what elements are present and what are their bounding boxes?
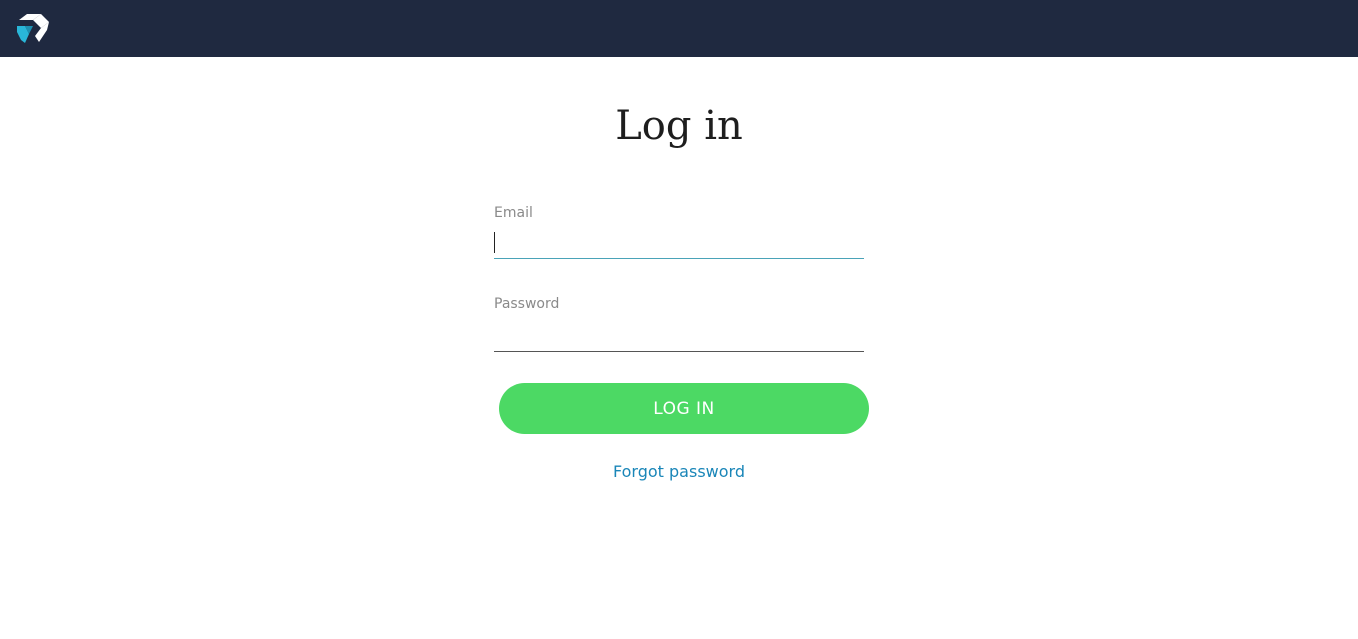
email-field[interactable] bbox=[494, 228, 864, 259]
brand-logo-icon[interactable] bbox=[15, 12, 51, 45]
text-caret bbox=[494, 232, 495, 253]
top-navbar bbox=[0, 0, 1358, 57]
email-label: Email bbox=[494, 205, 533, 221]
password-field[interactable] bbox=[494, 321, 864, 352]
forgot-password-container: Forgot password bbox=[0, 462, 1358, 482]
page-title: Log in bbox=[615, 103, 743, 149]
password-label: Password bbox=[494, 296, 560, 312]
login-button[interactable]: LOG IN bbox=[499, 383, 869, 434]
forgot-password-link[interactable]: Forgot password bbox=[613, 462, 745, 481]
